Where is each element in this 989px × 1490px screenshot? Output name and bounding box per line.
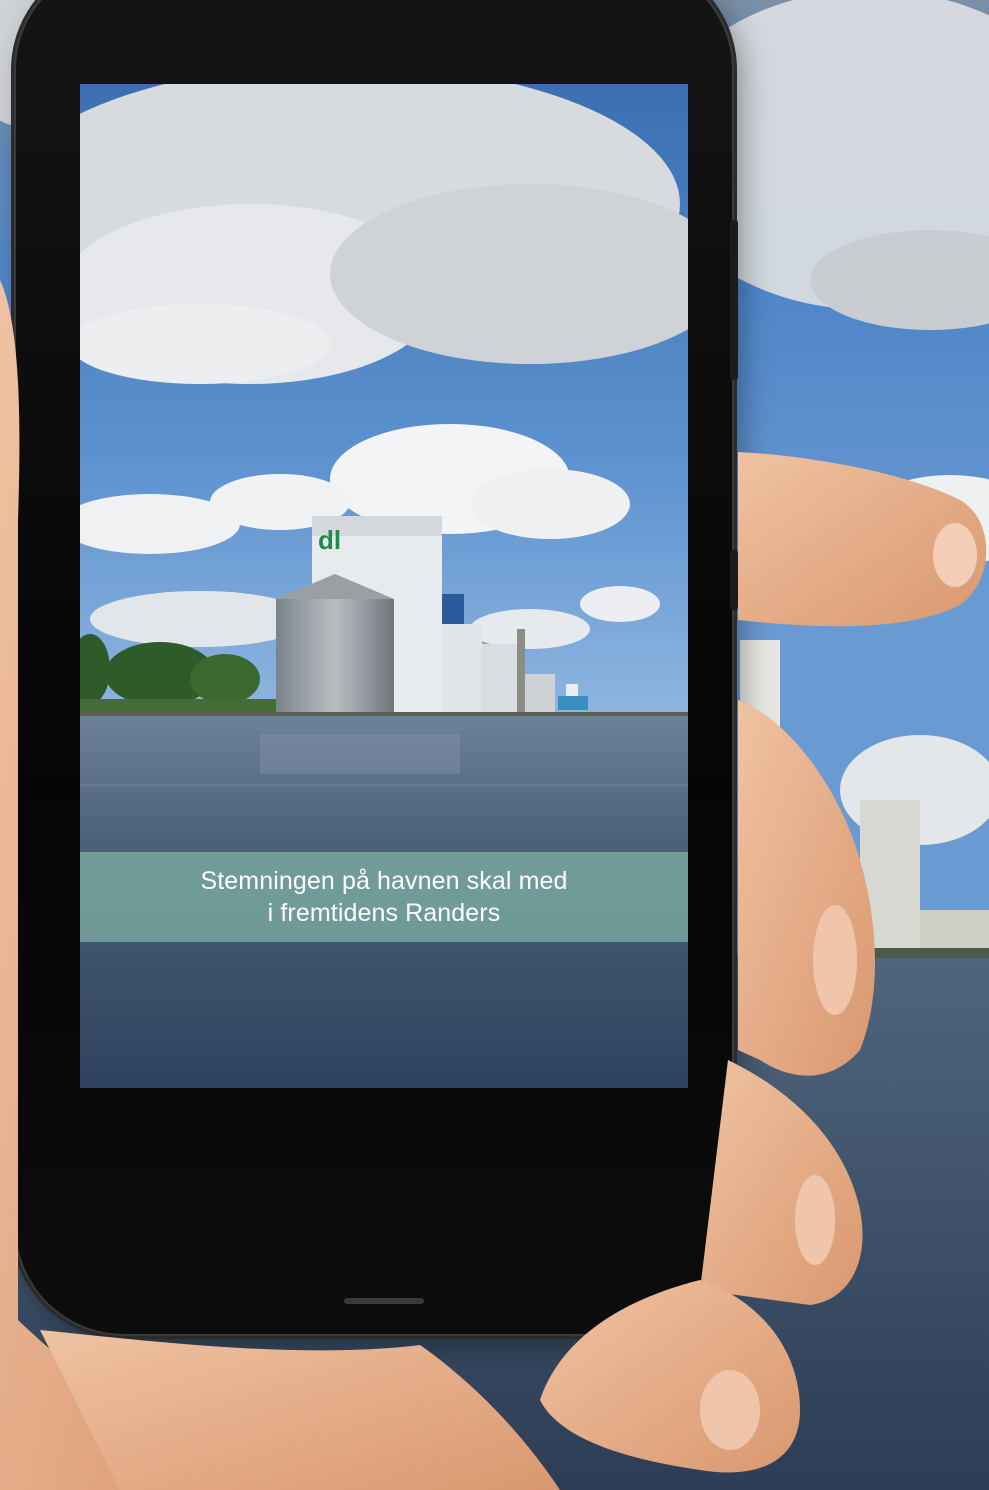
volume-button	[730, 220, 738, 380]
svg-text:dl: dl	[318, 525, 341, 555]
phone-screen: dl Stemningen på havnen skal med i fremt…	[80, 84, 688, 1088]
smartphone: dl Stemningen på havnen skal med i fremt…	[14, 0, 738, 1336]
caption-line-2: i fremtidens Randers	[267, 899, 501, 927]
power-button	[730, 550, 738, 610]
speaker-grille	[344, 1298, 424, 1304]
caption-banner: Stemningen på havnen skal med i fremtide…	[80, 852, 688, 942]
caption-line-1: Stemningen på havnen skal med	[200, 867, 568, 895]
